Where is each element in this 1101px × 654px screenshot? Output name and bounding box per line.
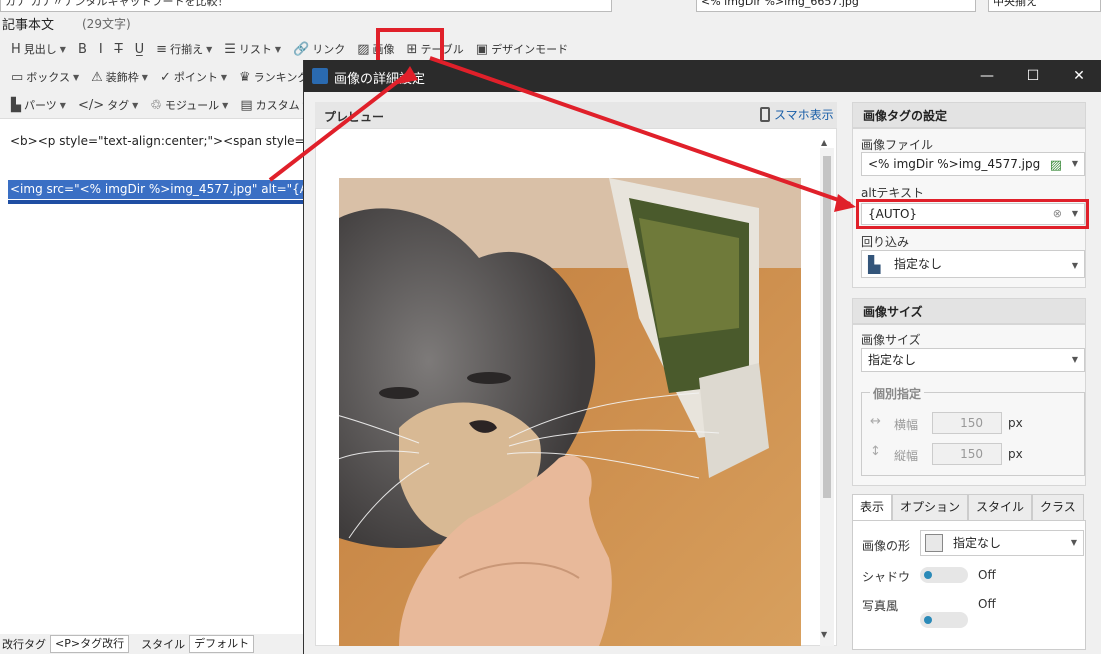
arrowhead-up-icon xyxy=(398,66,418,84)
arrow-to-code xyxy=(268,70,412,182)
arrowhead-right-icon xyxy=(834,194,856,212)
annotation-arrows xyxy=(268,56,856,212)
arrow-to-alt xyxy=(429,56,851,206)
